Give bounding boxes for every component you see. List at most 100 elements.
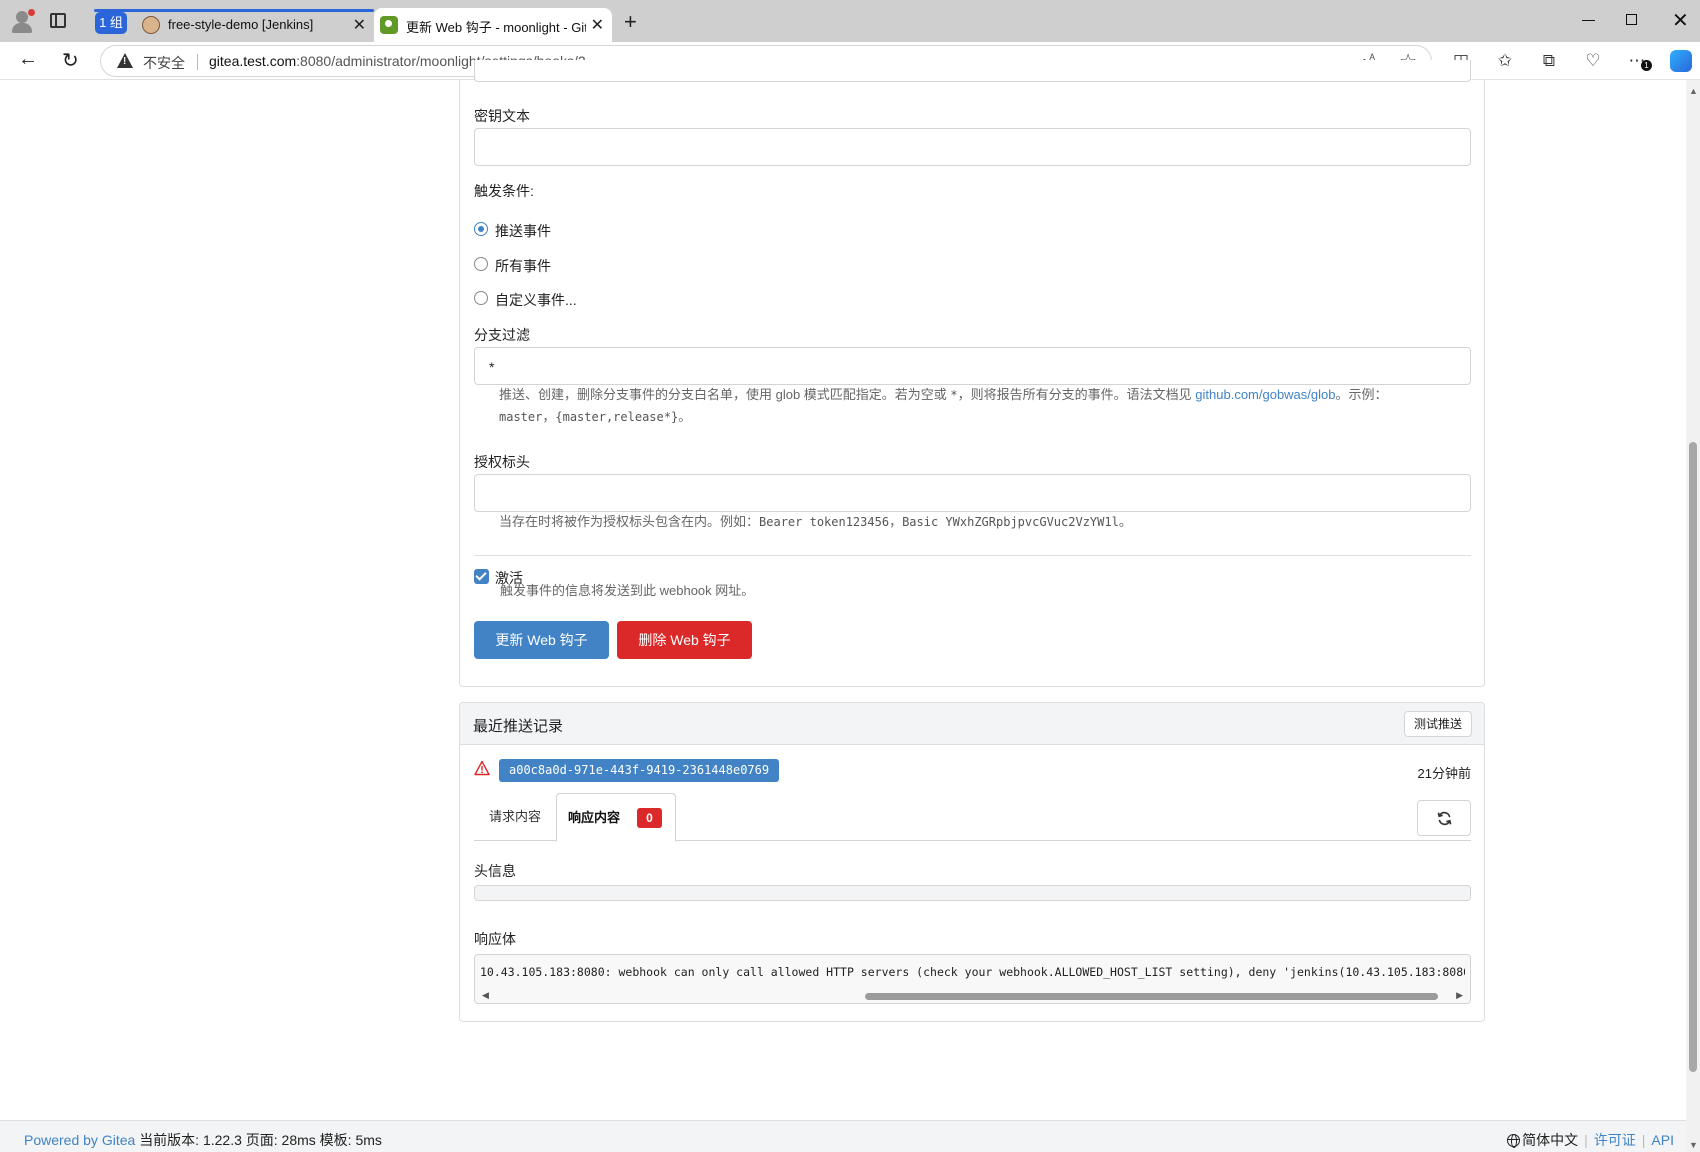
profile-icon[interactable] <box>10 9 35 33</box>
delivery-uuid-badge[interactable]: a00c8a0d-971e-443f-9419-2361448e0769 <box>499 759 780 782</box>
delivery-tabs: 请求内容 响应内容 0 <box>474 793 1471 842</box>
headers-label: 头信息 <box>474 863 516 879</box>
security-status[interactable]: 不安全 <box>143 53 185 73</box>
scroll-up-icon[interactable]: ▲ <box>1689 86 1698 96</box>
browser-tab-gitea[interactable]: 更新 Web 钩子 - moonlight - Gitea ✕ <box>374 8 612 42</box>
glob-docs-link[interactable]: github.com/gobwas/glob <box>1195 387 1335 402</box>
back-arrow-icon[interactable]: ← <box>18 48 38 71</box>
browser-essentials-icon[interactable]: ♡ <box>1584 52 1602 70</box>
active-checkbox[interactable] <box>474 569 489 584</box>
api-link[interactable]: API <box>1651 1132 1674 1148</box>
refresh-button[interactable] <box>1417 800 1471 836</box>
close-tab-icon[interactable]: ✕ <box>591 15 604 35</box>
branch-filter-label: 分支过滤 <box>474 327 530 343</box>
version-info: 当前版本: 1.22.3 页面: 28ms 模板: 5ms <box>139 1132 382 1148</box>
help-code: master <box>499 410 543 424</box>
minimize-icon[interactable] <box>1582 20 1595 21</box>
tab-response-label: 响应内容 <box>568 810 621 825</box>
globe-icon <box>1507 1134 1521 1148</box>
page-scrollbar-thumb[interactable] <box>1689 442 1697 1072</box>
response-body-box: 10.43.105.183:8080: webhook can only cal… <box>474 954 1471 1004</box>
update-webhook-button[interactable]: 更新 Web 钩子 <box>474 621 609 659</box>
tab-actions-icon[interactable] <box>50 13 66 28</box>
help-code: * <box>950 388 958 402</box>
favorites-icon[interactable]: ✩ <box>1496 52 1514 70</box>
auth-header-help: 当存在时将被作为授权标头包含在内。例如：Bearer token123456，B… <box>499 511 1469 533</box>
license-link[interactable]: 许可证 <box>1594 1132 1636 1148</box>
test-delivery-button[interactable]: 测试推送 <box>1403 711 1472 737</box>
response-body-text: 10.43.105.183:8080: webhook can only cal… <box>480 965 1465 979</box>
branch-filter-help: 推送、创建，删除分支事件的分支白名单，使用 glob 模式匹配指定。若为空或 *… <box>499 384 1469 428</box>
auth-header-label: 授权标头 <box>474 454 530 470</box>
alert-triangle-icon <box>474 760 490 776</box>
tab-group-chip[interactable]: 1 组 <box>95 12 127 34</box>
tab-response[interactable]: 响应内容 0 <box>556 793 676 842</box>
divider <box>474 555 1471 556</box>
tab-title: free-style-demo [Jenkins] <box>168 17 314 32</box>
collections-icon[interactable]: ⧉ <box>1540 52 1558 70</box>
footer-left: Powered by Gitea 当前版本: 1.22.3 页面: 28ms 模… <box>24 1130 382 1150</box>
help-code: {master,release*} <box>555 410 679 424</box>
copilot-icon[interactable] <box>1670 50 1692 72</box>
auth-header-input[interactable] <box>474 474 1471 512</box>
browser-tab-jenkins[interactable]: free-style-demo [Jenkins] ✕ <box>136 8 374 42</box>
radio-icon[interactable] <box>474 222 488 236</box>
footer-right: 简体中文 | 许可证 | API <box>1507 1130 1674 1150</box>
page-scrollbar[interactable]: ▲ ▼ <box>1686 80 1700 1152</box>
help-text-part: ，则将报告所有分支的事件。语法文档见 <box>957 387 1196 402</box>
powered-by-link[interactable]: Powered by Gitea <box>24 1132 135 1148</box>
webhook-settings-form: 密钥文本 触发条件: 推送事件 所有事件 自定义事件... 分支过滤 * 推送、… <box>459 60 1485 687</box>
window-close-icon[interactable]: ✕ <box>1672 8 1689 33</box>
scrollbar-thumb[interactable] <box>865 993 1438 1000</box>
help-text-part: 。 <box>678 409 692 424</box>
secret-label: 密钥文本 <box>474 108 530 124</box>
response-body-label: 响应体 <box>474 931 516 947</box>
scroll-left-icon[interactable]: ◀ <box>482 990 489 1001</box>
divider <box>197 54 198 70</box>
extension-badge: 1 <box>1641 60 1652 71</box>
help-text-part: ， <box>889 514 903 529</box>
radio-icon[interactable] <box>474 291 488 305</box>
trigger-label: 触发条件: <box>474 183 534 199</box>
tab-request[interactable]: 请求内容 <box>474 793 556 842</box>
refresh-icon <box>1437 811 1452 826</box>
radio-icon[interactable] <box>474 257 488 271</box>
active-help: 触发事件的信息将发送到此 webhook 网址。 <box>500 583 755 598</box>
radio-label: 推送事件 <box>495 223 551 239</box>
tab-title: 更新 Web 钩子 - moonlight - Gitea <box>406 20 586 35</box>
url-host: gitea.test.com <box>209 53 297 69</box>
close-tab-icon[interactable]: ✕ <box>353 15 366 35</box>
help-code: Bearer token123456 <box>759 515 890 529</box>
gitea-favicon-icon <box>380 16 398 34</box>
delete-webhook-button[interactable]: 删除 Web 钩子 <box>617 621 752 659</box>
browser-tab-strip: 1 组 free-style-demo [Jenkins] ✕ 更新 Web 钩… <box>0 0 1700 42</box>
secret-input[interactable] <box>474 128 1471 166</box>
radio-label: 自定义事件... <box>495 292 577 308</box>
help-text-part: 推送、创建，删除分支事件的分支白名单，使用 glob 模式匹配指定。若为空或 <box>499 387 951 402</box>
language-selector[interactable]: 简体中文 <box>1507 1132 1578 1148</box>
previous-field-input[interactable] <box>474 60 1471 82</box>
radio-label: 所有事件 <box>495 258 551 274</box>
deliveries-header: 最近推送记录 测试推送 <box>460 703 1484 745</box>
help-code: Basic YWxhZGRpbjpvcGVuc2VzYW1l <box>902 515 1119 529</box>
branch-filter-input[interactable]: * <box>474 347 1471 385</box>
response-status-badge: 0 <box>637 808 662 828</box>
deliveries-title: 最近推送记录 <box>473 718 564 735</box>
help-text-part: ， <box>542 409 556 424</box>
page-footer: Powered by Gitea 当前版本: 1.22.3 页面: 28ms 模… <box>0 1120 1686 1152</box>
new-tab-icon[interactable]: + <box>624 9 637 35</box>
horizontal-scrollbar[interactable]: ◀ ▶ <box>475 989 1470 1003</box>
scroll-down-icon[interactable]: ▼ <box>1689 1140 1698 1150</box>
language-label: 简体中文 <box>1522 1132 1579 1148</box>
recent-deliveries-panel: 最近推送记录 测试推送 a00c8a0d-971e-443f-9419-2361… <box>459 702 1485 1022</box>
headers-content <box>474 885 1471 901</box>
scroll-right-icon[interactable]: ▶ <box>1456 990 1463 1001</box>
page-content: 密钥文本 触发条件: 推送事件 所有事件 自定义事件... 分支过滤 * 推送、… <box>0 60 1686 1120</box>
help-text-part: 。示例： <box>1335 387 1388 402</box>
jenkins-favicon-icon <box>142 16 160 34</box>
maximize-icon[interactable] <box>1626 14 1637 25</box>
warning-triangle-icon[interactable] <box>117 53 133 68</box>
delivery-time: 21分钟前 <box>1417 766 1471 781</box>
branch-filter-value: * <box>489 359 495 375</box>
reload-icon[interactable]: ↻ <box>62 48 79 73</box>
